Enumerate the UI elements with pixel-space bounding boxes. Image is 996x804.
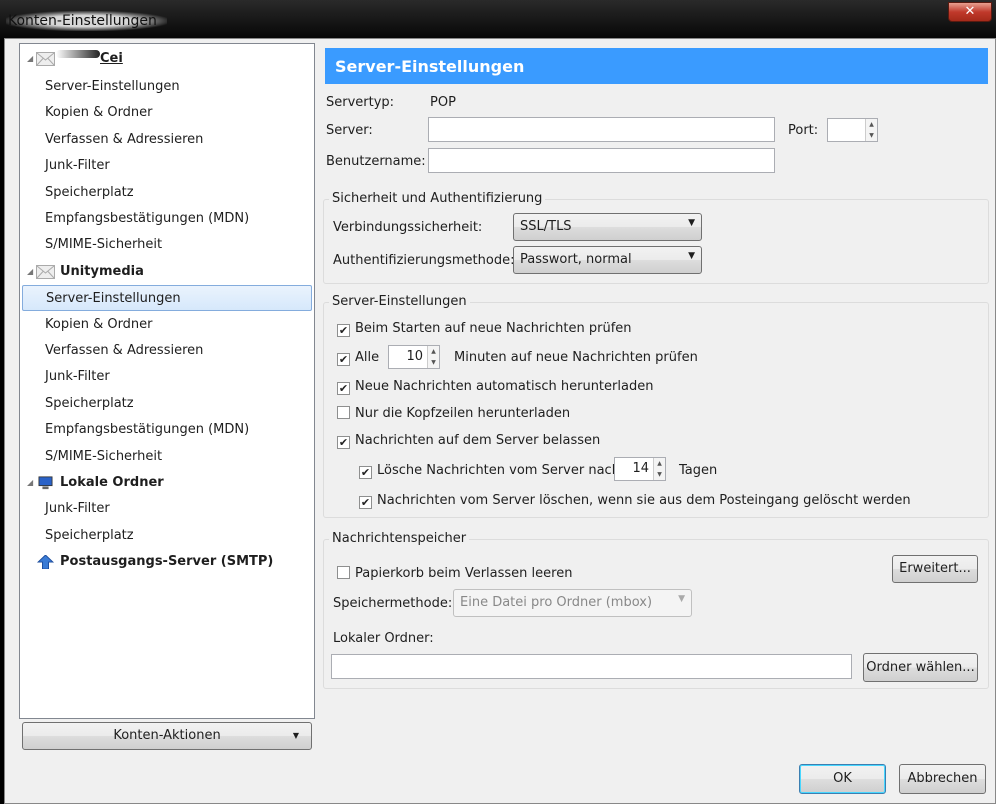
tree-item[interactable]: Junk-Filter <box>22 364 312 390</box>
tree-item[interactable]: S/MIME-Sicherheit <box>22 232 312 258</box>
minutes-input[interactable]: 10 ▲ ▼ <box>388 345 440 369</box>
spinner-icon[interactable]: ▲ ▼ <box>865 119 877 141</box>
page-title: Server-Einstellungen <box>325 48 988 84</box>
check-every-checkbox[interactable]: ✔ Alle <box>337 350 379 366</box>
days-input[interactable]: 14 ▲ ▼ <box>614 457 666 481</box>
expand-icon[interactable]: ◢ <box>27 259 33 285</box>
dropdown-arrow-icon: ▼ <box>688 251 695 261</box>
local-folder-input[interactable] <box>331 654 852 679</box>
servertype-label: Servertyp: <box>326 95 395 110</box>
computer-icon <box>38 476 53 490</box>
delete-when-removed-checkbox[interactable]: ✔ Nachrichten vom Server löschen, wenn si… <box>359 493 911 509</box>
account-name: Lokale Ordner <box>60 475 164 490</box>
leave-on-server-checkbox[interactable]: ✔ Nachrichten auf dem Server belassen <box>337 433 600 449</box>
conn-security-label: Verbindungssicherheit: <box>333 220 483 235</box>
storage-legend: Nachrichtenspeicher <box>329 531 470 546</box>
days-label: Tagen <box>679 463 718 478</box>
port-input[interactable]: ▲ ▼ <box>827 118 878 142</box>
mail-icon <box>36 52 55 66</box>
server-label: Server: <box>326 123 373 138</box>
spinner-icon[interactable]: ▲ ▼ <box>653 458 665 480</box>
spinner-icon[interactable]: ▲ ▼ <box>427 346 439 368</box>
empty-trash-checkbox[interactable]: Papierkorb beim Verlassen leeren <box>337 566 572 581</box>
headers-only-checkbox[interactable]: Nur die Kopfzeilen herunterladen <box>337 406 570 421</box>
tree-smtp[interactable]: Postausgangs-Server (SMTP) <box>22 549 312 575</box>
advanced-button[interactable]: Erweitert... <box>892 555 978 583</box>
ok-button[interactable]: OK <box>799 764 886 794</box>
redacted-name <box>56 50 100 58</box>
tree-account-unitymedia[interactable]: ◢ Unitymedia <box>22 259 312 285</box>
port-label: Port: <box>788 123 819 138</box>
tree-item[interactable]: Speicherplatz <box>22 391 312 417</box>
window-title: Konten-Einstellungen <box>6 11 167 31</box>
minutes-label: Minuten auf neue Nachrichten prüfen <box>454 350 698 365</box>
dropdown-arrow-icon: ▼ <box>688 218 695 228</box>
security-legend: Sicherheit und Authentifizierung <box>329 191 546 206</box>
tree-item[interactable]: S/MIME-Sicherheit <box>22 444 312 470</box>
tree-item-selected[interactable]: Server-Einstellungen <box>22 285 312 311</box>
tree-item[interactable]: Server-Einstellungen <box>22 74 312 100</box>
auto-download-checkbox[interactable]: ✔ Neue Nachrichten automatisch herunterla… <box>337 379 653 395</box>
dropdown-arrow-icon: ▼ <box>292 731 299 740</box>
mail-icon <box>36 265 55 279</box>
tree-item[interactable]: Verfassen & Adressieren <box>22 127 312 153</box>
username-input[interactable] <box>428 148 775 173</box>
choose-folder-button[interactable]: Ordner wählen... <box>863 653 978 682</box>
username-label: Benutzername: <box>326 154 426 169</box>
account-actions-button[interactable]: Konten-Aktionen ▼ <box>22 722 312 750</box>
tree-item[interactable]: Junk-Filter <box>22 496 312 522</box>
tree-item[interactable]: Kopien & Ordner <box>22 312 312 338</box>
account-name: Unitymedia <box>60 264 144 279</box>
expand-icon[interactable]: ◢ <box>27 470 33 496</box>
outgoing-server-icon <box>36 555 55 569</box>
tree-account-1[interactable]: ◢ Cei <box>22 46 312 72</box>
tree-item[interactable]: Empfangsbestätigungen (MDN) <box>22 417 312 443</box>
expand-icon[interactable]: ◢ <box>27 46 33 72</box>
local-folder-label: Lokaler Ordner: <box>333 631 434 646</box>
delete-after-checkbox[interactable]: ✔ Lösche Nachrichten vom Server nach <box>359 463 620 479</box>
tree-local-folders[interactable]: ◢ Lokale Ordner <box>22 470 312 496</box>
account-name: Postausgangs-Server (SMTP) <box>60 554 274 569</box>
tree-item[interactable]: Speicherplatz <box>22 180 312 206</box>
auth-method-label: Authentifizierungsmethode: <box>333 253 515 268</box>
cancel-button[interactable]: Abbrechen <box>899 764 986 794</box>
conn-security-select[interactable]: SSL/TLS ▼ <box>513 213 702 241</box>
check-start-checkbox[interactable]: ✔ Beim Starten auf neue Nachrichten prüfe… <box>337 321 632 337</box>
tree-item[interactable]: Empfangsbestätigungen (MDN) <box>22 206 312 232</box>
tree-item[interactable]: Verfassen & Adressieren <box>22 338 312 364</box>
tree-item[interactable]: Kopien & Ordner <box>22 100 312 126</box>
close-button[interactable]: ✕ <box>948 2 992 22</box>
storage-method-select[interactable]: Eine Datei pro Ordner (mbox) ▼ <box>453 589 692 617</box>
account-tree[interactable]: ◢ Cei Server-Einstellungen Kopien & Ordne… <box>19 43 315 719</box>
tree-item[interactable]: Junk-Filter <box>22 153 312 179</box>
account-name: Cei <box>100 51 123 66</box>
server-settings-legend: Server-Einstellungen <box>329 294 470 309</box>
auth-method-select[interactable]: Passwort, normal ▼ <box>513 246 702 274</box>
tree-item[interactable]: Speicherplatz <box>22 523 312 549</box>
server-input[interactable] <box>428 117 775 142</box>
storage-method-label: Speichermethode: <box>333 596 453 611</box>
servertype-value: POP <box>430 95 456 110</box>
